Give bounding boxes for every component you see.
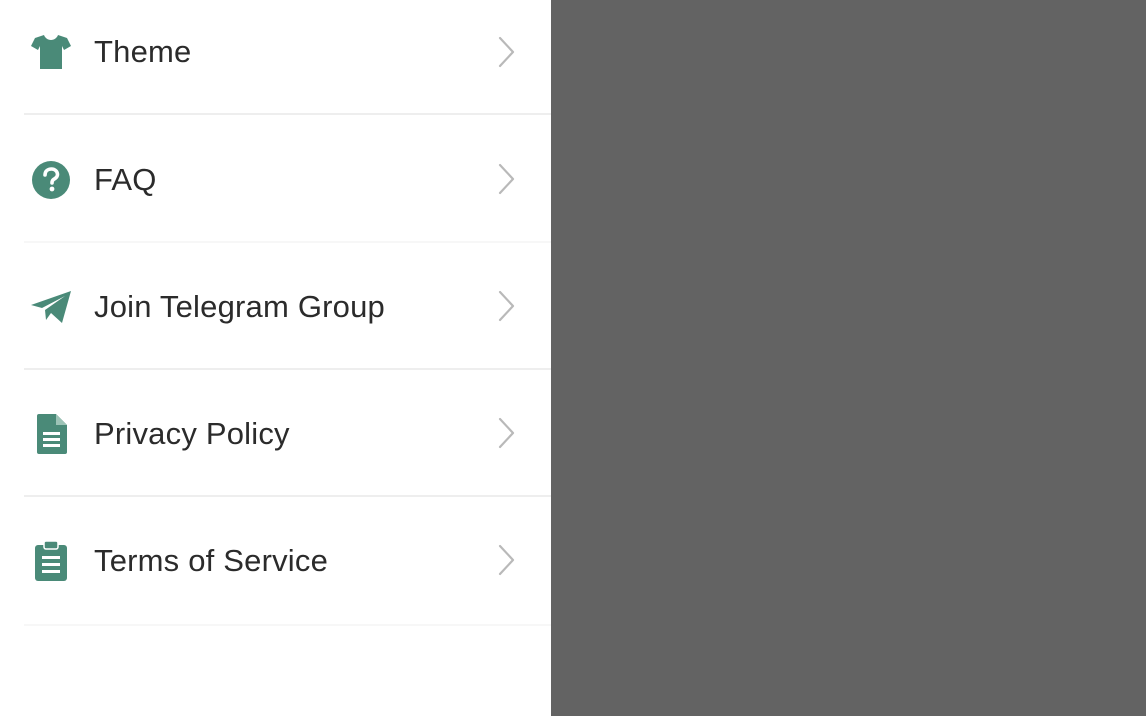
telegram-plane-icon	[28, 284, 74, 330]
menu-item-theme[interactable]: Theme	[0, 0, 551, 127]
divider	[24, 241, 551, 243]
clipboard-icon	[28, 538, 74, 584]
question-circle-icon	[28, 157, 74, 203]
divider	[24, 624, 551, 626]
chevron-right-icon	[494, 162, 520, 196]
menu-item-label: FAQ	[94, 162, 157, 197]
menu-item-terms-of-service[interactable]: Terms of Service	[0, 498, 551, 625]
menu-item-privacy-policy[interactable]: Privacy Policy	[0, 371, 551, 498]
menu-item-label: Privacy Policy	[94, 416, 290, 451]
chevron-right-icon	[494, 543, 520, 577]
menu-item-label: Theme	[94, 34, 192, 69]
divider	[24, 113, 551, 115]
menu-item-label: Join Telegram Group	[94, 289, 385, 324]
chevron-right-icon	[494, 289, 520, 323]
navigation-drawer: Theme FAQ Join Telegram Group Privacy Po…	[0, 0, 551, 716]
menu-item-faq[interactable]: FAQ	[0, 117, 551, 244]
divider	[24, 495, 551, 497]
menu-item-join-telegram[interactable]: Join Telegram Group	[0, 244, 551, 371]
tshirt-icon	[28, 29, 74, 75]
menu-item-label: Terms of Service	[94, 543, 329, 578]
divider	[24, 368, 551, 370]
document-icon	[28, 411, 74, 457]
chevron-right-icon	[494, 416, 520, 450]
chevron-right-icon	[494, 35, 520, 69]
drawer-scrim-overlay[interactable]	[551, 0, 1146, 716]
